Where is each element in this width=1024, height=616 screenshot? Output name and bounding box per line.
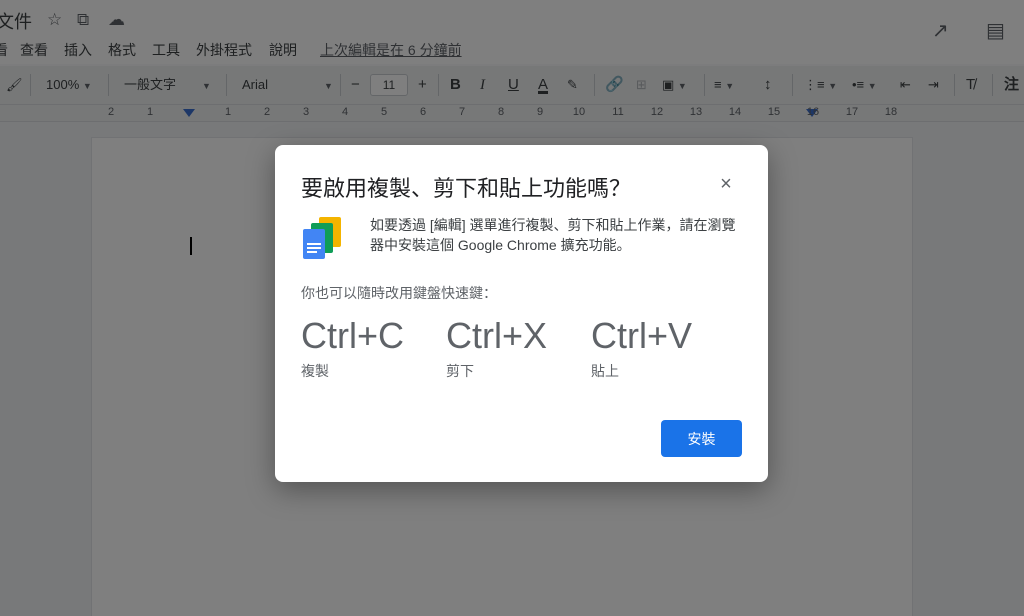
enable-clipboard-dialog: 要啟用複製、剪下和貼上功能嗎？ × 如要透過 [編輯] 選單進行複製、剪下和貼上… xyxy=(275,145,768,482)
cut-shortcut-key: Ctrl+X xyxy=(446,315,548,356)
copy-shortcut-key: Ctrl+C xyxy=(301,315,405,356)
install-button[interactable]: 安裝 xyxy=(661,420,742,457)
copy-shortcut-label: 複製 xyxy=(301,363,329,379)
shortcut-intro-text: 你也可以隨時改用鍵盤快速鍵： xyxy=(301,285,497,301)
close-icon[interactable]: × xyxy=(715,173,737,195)
dialog-title: 要啟用複製、剪下和貼上功能嗎？ xyxy=(301,176,632,201)
cut-shortcut-label: 剪下 xyxy=(446,363,474,379)
google-docs-logo-icon xyxy=(303,217,341,259)
dialog-description: 如要透過 [編輯] 選單進行複製、剪下和貼上作業，請在瀏覽器中安裝這個 Goog… xyxy=(370,217,736,253)
paste-shortcut-key: Ctrl+V xyxy=(591,315,693,356)
paste-shortcut-label: 貼上 xyxy=(591,363,619,379)
